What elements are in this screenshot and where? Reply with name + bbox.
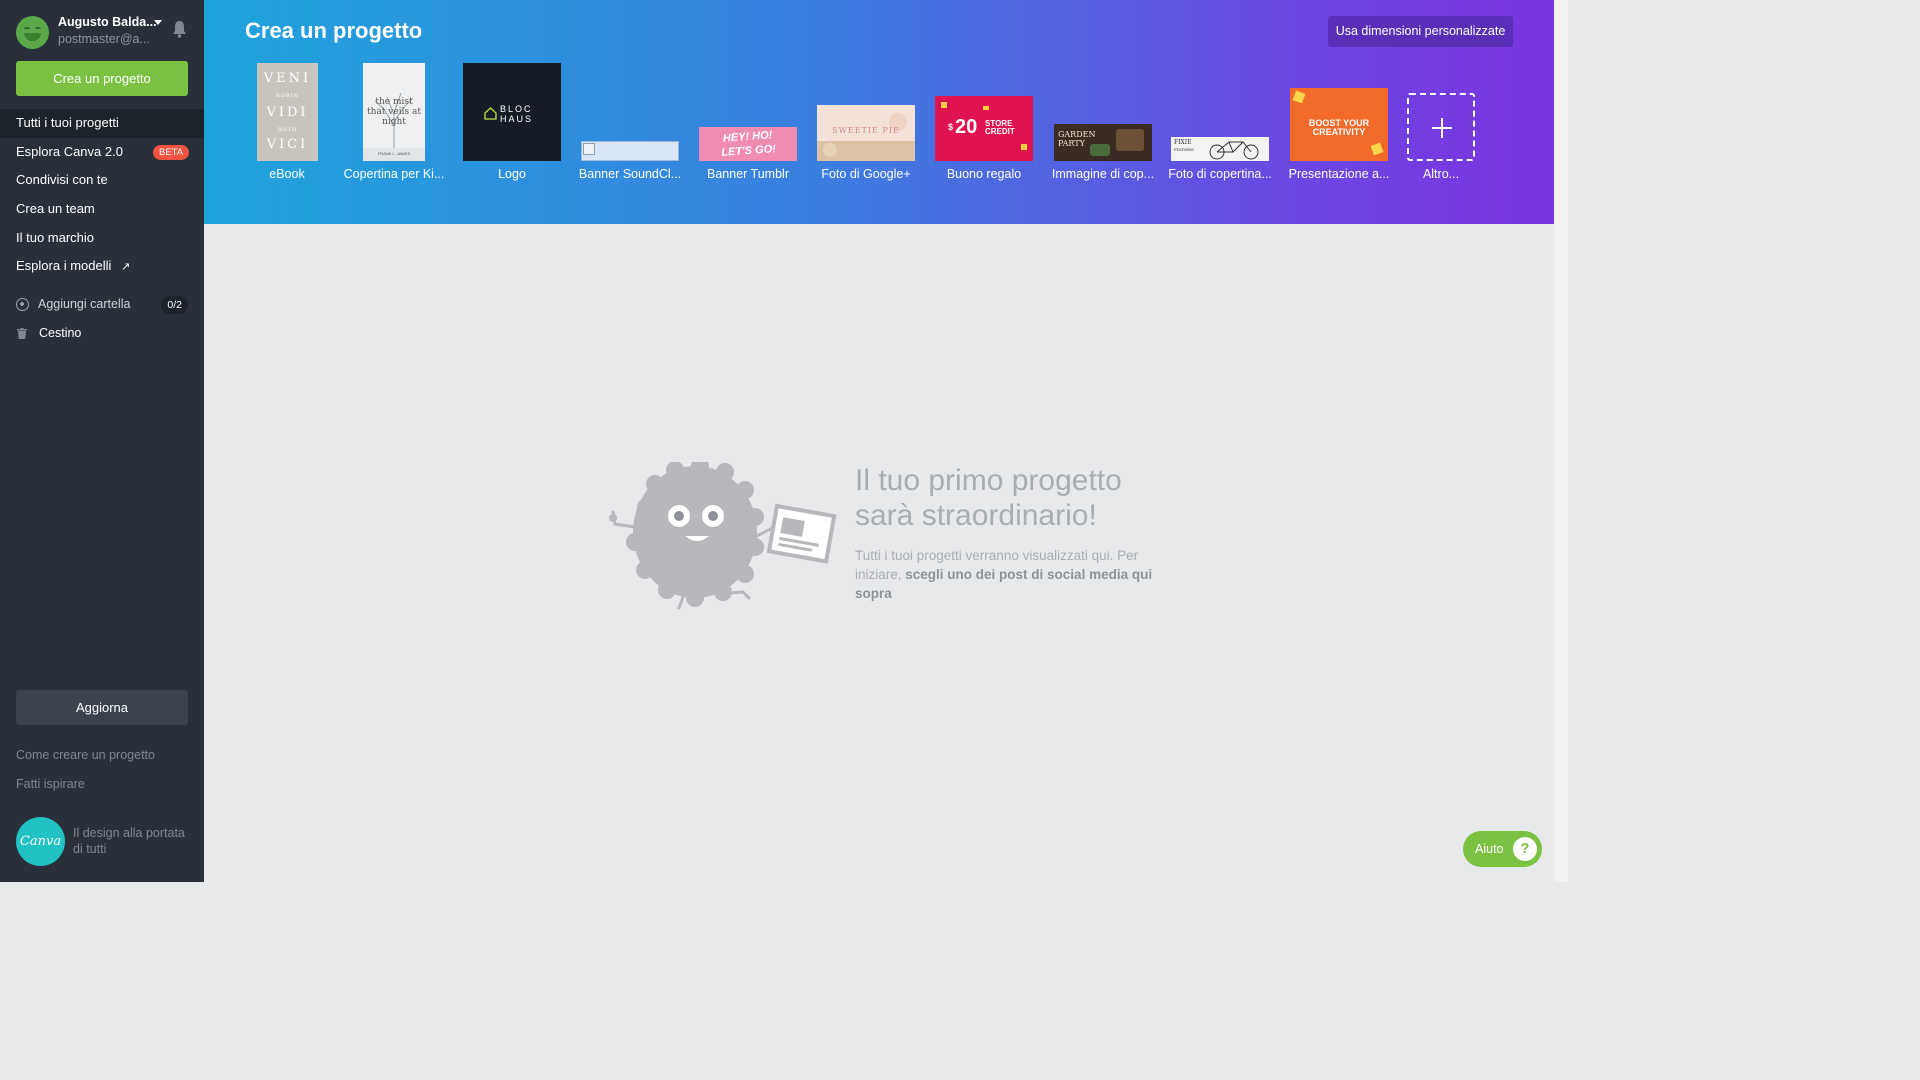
- create-project-button[interactable]: Crea un progetto: [16, 61, 188, 96]
- add-folder-label: Aggiungi cartella: [38, 297, 131, 311]
- help-label: Aiuto: [1475, 842, 1504, 856]
- house-icon: [484, 107, 497, 120]
- template-thumb-gift-card[interactable]: $ 20 STORE CREDIT: [935, 96, 1033, 161]
- sidebar-item-shared[interactable]: Condivisi con te: [0, 166, 204, 195]
- sidebar-item-label: Crea un team: [16, 201, 95, 217]
- sidebar-item-label: Esplora i modelli: [16, 258, 112, 274]
- sidebar-item-templates[interactable]: Esplora i modelli ↗: [0, 252, 204, 281]
- sidebar-item-label: Condivisi con te: [16, 172, 108, 188]
- sidebar-item-explore-canva[interactable]: Esplora Canva 2.0 BETA: [0, 138, 204, 167]
- bell-icon[interactable]: [172, 20, 187, 38]
- user-email: postmaster@a...: [58, 32, 150, 46]
- upgrade-button[interactable]: Aggiorna: [16, 690, 188, 725]
- template-label[interactable]: Foto di copertina...: [1165, 167, 1275, 181]
- sidebar-item-label: Tutti i tuoi progetti: [16, 115, 119, 130]
- brand-tagline: Il design alla portata di tutti: [73, 826, 185, 856]
- sidebar-item-label: Il tuo marchio: [16, 229, 95, 245]
- template-label[interactable]: Copertina per Ki...: [339, 167, 449, 181]
- template-thumb-presentation[interactable]: BOOST YOUR CREATIVITY: [1290, 88, 1388, 161]
- template-thumb-google-plus[interactable]: SWEETIE PIE: [817, 105, 915, 161]
- avatar: [16, 16, 49, 49]
- trash-icon: [17, 328, 27, 339]
- sidebar-item-create-team[interactable]: Crea un team: [0, 195, 204, 224]
- template-label[interactable]: Altro...: [1386, 167, 1496, 181]
- sidebar: Augusto Balda... postmaster@a... Crea un…: [0, 0, 216, 882]
- template-thumb-tumblr[interactable]: HEY! HO! LET'S GO!: [699, 127, 797, 161]
- trash-label: Cestino: [39, 326, 82, 340]
- chevron-down-icon[interactable]: [154, 20, 162, 25]
- template-thumb-kindle[interactable]: the mist that veils at night FRANK L. JA…: [363, 63, 425, 161]
- empty-state-text: Tutti i tuoi progetti verranno visualizz…: [855, 548, 1153, 601]
- template-thumb-ebook[interactable]: VENI ROBIN VIDI ROTH VICI: [257, 63, 318, 161]
- sidebar-item-label: Esplora Canva 2.0: [16, 143, 123, 159]
- folder-count-badge: 0/2: [161, 296, 188, 314]
- template-more-button[interactable]: [1407, 93, 1475, 161]
- template-thumb-logo[interactable]: BLOC HAUS: [463, 63, 561, 161]
- user-menu[interactable]: Augusto Balda... postmaster@a...: [16, 14, 196, 50]
- beta-badge: BETA: [153, 144, 190, 160]
- brand-footer: Canva Il design alla portata di tutti: [16, 817, 196, 867]
- custom-dimensions-button[interactable]: Usa dimensioni personalizzate: [1328, 16, 1513, 47]
- template-label[interactable]: Buono regalo: [929, 167, 1039, 181]
- template-label[interactable]: Immagine di cop...: [1048, 167, 1158, 181]
- user-name: Augusto Balda...: [58, 15, 157, 29]
- broken-image-icon: [583, 143, 595, 155]
- template-label[interactable]: eBook: [232, 167, 342, 181]
- template-thumb-twitter-cover[interactable]: FIXIE FINDERS: [1171, 137, 1269, 161]
- sidebar-item-brand[interactable]: Il tuo marchio: [0, 224, 204, 253]
- page-title: Crea un progetto: [245, 18, 423, 43]
- add-folder-button[interactable]: Aggiungi cartella 0/2: [16, 296, 188, 314]
- how-to-create-link[interactable]: Come creare un progetto: [16, 748, 155, 762]
- external-link-icon: ↗: [121, 261, 131, 274]
- template-thumb-soundcloud[interactable]: [581, 141, 679, 161]
- scrollbar[interactable]: [1554, 0, 1568, 882]
- template-thumb-facebook-cover[interactable]: GARDEN PARTY: [1054, 124, 1152, 161]
- plus-circle-icon: [16, 298, 29, 311]
- template-label[interactable]: Banner Tumblr: [693, 167, 803, 181]
- empty-state-headline: Il tuo primo progetto sarà straordinario…: [855, 464, 1122, 532]
- sidebar-nav: Tutti i tuoi progetti Esplora Canva 2.0 …: [0, 109, 216, 281]
- bicycle-illustration: [1209, 141, 1259, 160]
- help-button[interactable]: Aiuto ?: [1463, 831, 1542, 867]
- sidebar-item-all-projects[interactable]: Tutti i tuoi progetti: [0, 109, 216, 138]
- question-icon: ?: [1513, 837, 1537, 861]
- template-label[interactable]: Presentazione a...: [1284, 167, 1394, 181]
- template-label[interactable]: Foto di Google+: [811, 167, 921, 181]
- canva-logo[interactable]: Canva: [16, 817, 65, 866]
- get-inspired-link[interactable]: Fatti ispirare: [16, 777, 85, 791]
- template-label[interactable]: Logo: [457, 167, 567, 181]
- template-label[interactable]: Banner SoundCl...: [575, 167, 685, 181]
- monster-illustration: [609, 462, 837, 610]
